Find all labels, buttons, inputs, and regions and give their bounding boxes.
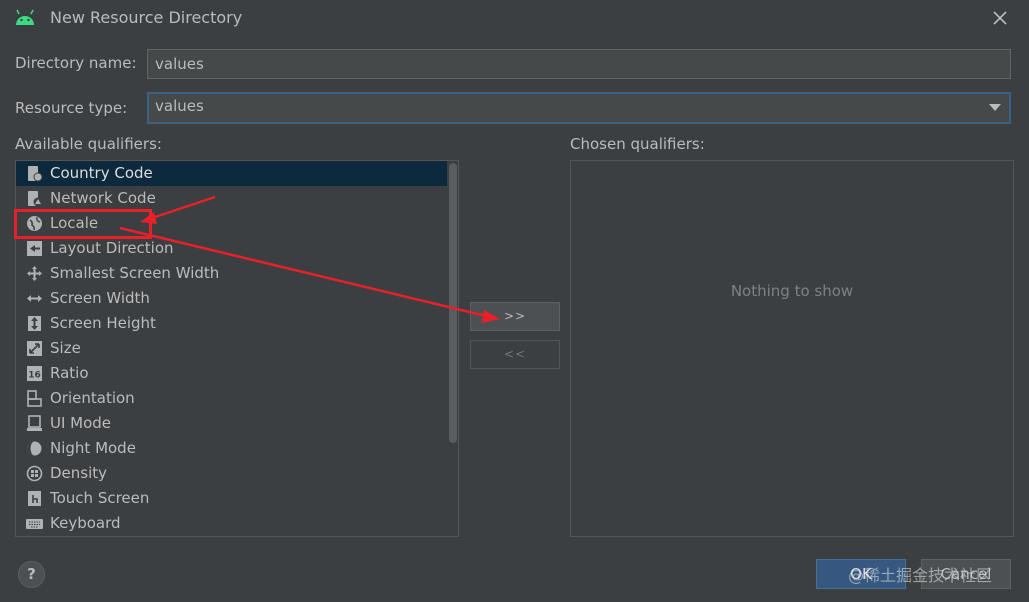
title-bar: New Resource Directory <box>0 0 1029 36</box>
resource-type-dropdown[interactable]: values <box>147 92 1011 124</box>
resource-type-label: Resource type: <box>15 99 128 117</box>
qualifier-label: Layout Direction <box>50 239 174 257</box>
qualifier-item-country-code[interactable]: Country Code <box>16 161 447 186</box>
scrollbar-thumb[interactable] <box>449 163 457 443</box>
globe-icon <box>27 216 42 231</box>
qualifier-label: Network Code <box>50 189 156 207</box>
empty-state-text: Nothing to show <box>730 282 854 300</box>
qualifier-item-layout-direction[interactable]: Layout Direction <box>16 236 447 261</box>
qualifier-label: Screen Height <box>50 314 156 332</box>
window-title: New Resource Directory <box>50 8 243 27</box>
country-code-icon <box>28 166 43 182</box>
qualifier-label: Density <box>50 464 108 482</box>
network-code-icon <box>28 191 43 207</box>
qualifier-item-density[interactable]: Density <box>16 461 447 486</box>
ui-mode-icon <box>27 415 42 431</box>
touch-screen-icon <box>28 491 41 506</box>
android-icon <box>16 9 34 25</box>
qualifier-label: UI Mode <box>50 414 112 432</box>
qualifier-label: Night Mode <box>50 439 136 457</box>
ok-button[interactable]: OK <box>816 559 906 589</box>
directory-name-input[interactable] <box>147 49 1011 79</box>
directory-name-label: Directory name: <box>15 54 137 72</box>
qualifier-item-ui-mode[interactable]: UI Mode <box>16 411 447 436</box>
available-qualifiers-list[interactable]: Keyboard Touch Screen Density Night Mode UI … <box>15 160 459 537</box>
resource-type-value: values <box>155 97 204 115</box>
chosen-qualifiers-label: Chosen qualifiers: <box>570 135 705 153</box>
qualifier-label: Size <box>50 339 81 357</box>
qualifier-item-touch-screen[interactable]: Touch Screen <box>16 486 447 511</box>
arrows-vertical-icon <box>28 316 41 331</box>
ratio-icon: 16 <box>27 366 42 381</box>
qualifier-item-smallest-screen-width[interactable]: Smallest Screen Width <box>16 261 447 286</box>
qualifier-label: Locale <box>50 214 99 232</box>
cancel-button[interactable]: Cancel <box>921 559 1011 589</box>
arrows-horizontal-icon <box>27 295 42 302</box>
help-button[interactable]: ? <box>18 561 45 588</box>
close-icon[interactable] <box>990 8 1010 28</box>
keyboard-icon <box>26 519 43 529</box>
qualifier-item-orientation[interactable]: Orientation <box>16 386 447 411</box>
size-icon <box>27 341 42 356</box>
available-qualifiers-label: Available qualifiers: <box>15 135 162 153</box>
qualifier-item-locale[interactable]: Locale <box>16 211 447 236</box>
night-mode-icon <box>27 441 42 456</box>
arrows-all-icon <box>27 266 42 281</box>
qualifier-label: Touch Screen <box>50 489 150 507</box>
qualifier-label: Ratio <box>50 364 89 382</box>
density-icon <box>26 465 43 482</box>
svg-text:16: 16 <box>28 371 41 381</box>
qualifier-label: Screen Width <box>50 289 150 307</box>
layout-direction-icon <box>27 241 42 256</box>
qualifier-label: Orientation <box>50 389 135 407</box>
chevron-down-icon[interactable] <box>989 104 1001 111</box>
list-scrollbar[interactable] <box>447 161 458 536</box>
add-qualifier-button[interactable]: >> <box>470 302 560 331</box>
remove-qualifier-button[interactable]: << <box>470 340 560 369</box>
qualifier-item-screen-width[interactable]: Screen Width <box>16 286 447 311</box>
qualifier-item-ratio[interactable]: 16 Ratio <box>16 361 447 386</box>
qualifier-label: Smallest Screen Width <box>50 264 220 282</box>
orientation-icon <box>27 390 42 407</box>
qualifier-label: Keyboard <box>50 514 121 532</box>
qualifier-item-network-code[interactable]: Network Code <box>16 186 447 211</box>
qualifier-item-size[interactable]: Size <box>16 336 447 361</box>
chosen-qualifiers-list[interactable]: Nothing to show <box>570 160 1014 537</box>
qualifier-item-keyboard[interactable]: Keyboard <box>16 511 447 536</box>
qualifier-label: Country Code <box>50 164 153 182</box>
qualifier-item-screen-height[interactable]: Screen Height <box>16 311 447 336</box>
qualifier-item-night-mode[interactable]: Night Mode <box>16 436 447 461</box>
